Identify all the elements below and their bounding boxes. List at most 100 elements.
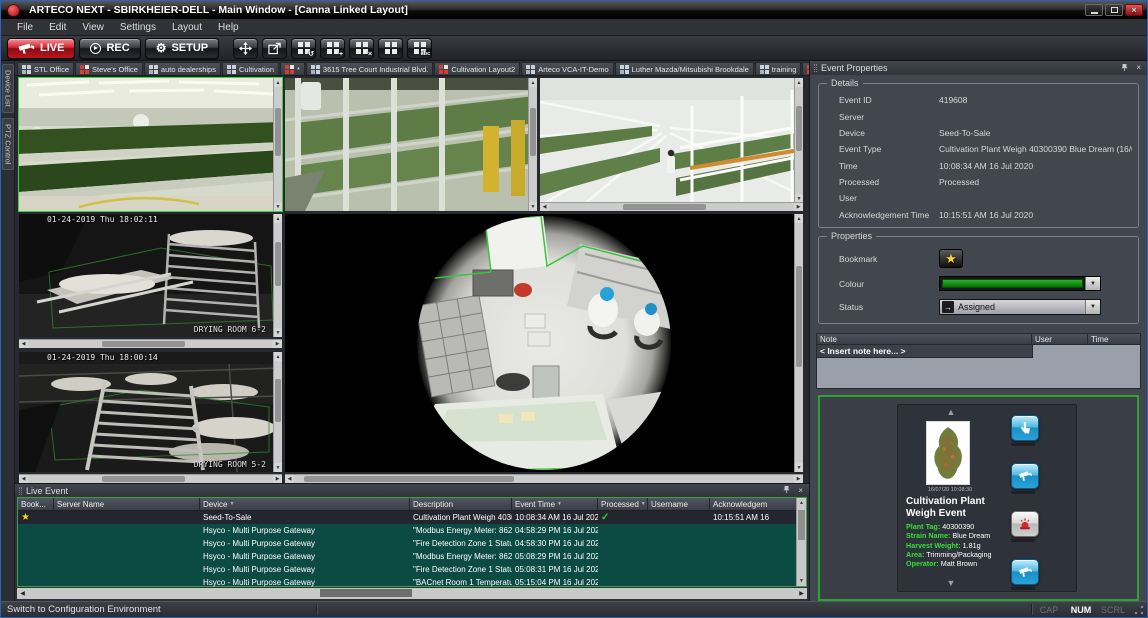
scroll-up-icon[interactable]: ▲: [797, 498, 806, 508]
tab-cultivation-layout2[interactable]: Cultivation Layout2: [434, 62, 520, 75]
previous-event-arrow-icon[interactable]: ▲: [926, 408, 976, 417]
note-col-note[interactable]: Note: [816, 333, 1032, 345]
event-row[interactable]: Hsyco - Multi Purpose Gateway "Fire Dete…: [18, 537, 806, 550]
menu-settings[interactable]: Settings: [112, 21, 164, 34]
tab-front-door-cameras[interactable]: Front door cameras: [802, 62, 809, 75]
scroll-down-icon[interactable]: ▼: [274, 463, 282, 472]
tab-luther-mazda[interactable]: Luther Mazda/Mitsubishi Brookdale: [615, 62, 754, 75]
scroll-down-icon[interactable]: ▼: [529, 202, 537, 211]
col-bookmark[interactable]: Book...: [18, 498, 54, 511]
setup-mode-button[interactable]: ⚙ SETUP: [145, 38, 219, 59]
camera-feed-drying-room-6-2[interactable]: 01-24-2019 Thu 18:02:11 DRYING ROOM 6-2 …: [19, 214, 282, 337]
scroll-up-icon[interactable]: ▲: [529, 78, 537, 87]
scroll-left-icon[interactable]: ◀: [19, 475, 28, 483]
live-mode-button[interactable]: LIVE: [7, 38, 75, 59]
menu-file[interactable]: File: [9, 21, 41, 34]
scrollbar-thumb[interactable]: [275, 108, 281, 156]
camera-feed-cultivation-tables[interactable]: ▲▼: [19, 78, 282, 211]
bookmark-button[interactable]: ★: [939, 249, 963, 268]
scroll-down-icon[interactable]: ▼: [795, 463, 803, 472]
status-dropdown[interactable]: → Assigned ▼: [939, 299, 1101, 315]
tab-3615-tree-court[interactable]: 3615 Tree Court Industrial Blvd.: [306, 62, 433, 75]
note-col-time[interactable]: Time: [1088, 333, 1141, 345]
tab-auto-dealerships[interactable]: auto dealerships: [144, 62, 221, 75]
menu-layout[interactable]: Layout: [164, 21, 210, 34]
close-button[interactable]: ×: [1125, 4, 1143, 16]
scroll-up-icon[interactable]: ▲: [274, 352, 282, 361]
scrollbar-thumb[interactable]: [623, 204, 706, 210]
scrollbar-thumb[interactable]: [275, 242, 281, 286]
col-username[interactable]: Username: [648, 498, 710, 511]
scrollbar-thumb[interactable]: [102, 476, 185, 482]
scroll-up-icon[interactable]: ▲: [274, 78, 282, 87]
camera-horizontal-scrollbar[interactable]: ◀▶: [540, 202, 803, 211]
scrollbar-thumb[interactable]: [320, 589, 412, 597]
camera-feed-fisheye-packaging-room[interactable]: ▲▼: [285, 214, 803, 472]
ptz-control-tab[interactable]: PTZ Control: [2, 118, 14, 170]
close-panel-icon[interactable]: ×: [796, 487, 805, 495]
resize-grip-icon[interactable]: [1133, 604, 1145, 616]
grid-layout-button[interactable]: [378, 38, 403, 59]
scroll-right-icon[interactable]: ▶: [273, 340, 282, 348]
col-processed[interactable]: Processed▼: [598, 498, 648, 511]
scroll-right-icon[interactable]: ▶: [794, 475, 803, 483]
rec-mode-button[interactable]: REC: [79, 38, 140, 59]
scroll-right-icon[interactable]: ▶: [796, 590, 807, 597]
col-description[interactable]: Description: [410, 498, 512, 511]
scroll-left-icon[interactable]: ◀: [540, 203, 549, 211]
event-row-selected[interactable]: ★ Seed-To-Sale Cultivation Plant Weigh 4…: [18, 511, 806, 524]
camera-vertical-scrollbar[interactable]: ▲▼: [794, 78, 803, 203]
maximize-button[interactable]: [1105, 4, 1123, 16]
col-event-time[interactable]: Event Time▼: [512, 498, 598, 511]
tab-cultivation[interactable]: Cultivation: [222, 62, 279, 75]
scrollbar-thumb[interactable]: [530, 108, 536, 156]
scroll-left-icon[interactable]: ◀: [17, 590, 28, 597]
scrollbar-thumb[interactable]: [796, 266, 802, 367]
scrollbar-thumb[interactable]: [798, 510, 805, 540]
pin-icon[interactable]: [1119, 63, 1130, 74]
camera-feed-greenhouse-aisle[interactable]: ▲▼ ◀▶: [540, 78, 803, 211]
camera-vertical-scrollbar[interactable]: ▲▼: [273, 214, 282, 337]
scroll-up-icon[interactable]: ▲: [795, 214, 803, 223]
scroll-down-icon[interactable]: ▼: [797, 576, 806, 586]
tab-unsaved[interactable]: *: [280, 62, 305, 75]
camera-feed-drying-room-5-2[interactable]: 01-24-2019 Thu 18:00:14 DRYING ROOM 5-2 …: [19, 352, 282, 472]
minimize-button[interactable]: [1085, 4, 1103, 16]
note-col-user[interactable]: User: [1032, 333, 1088, 345]
scroll-left-icon[interactable]: ◀: [19, 340, 28, 348]
camera-feed-grow-racks[interactable]: ▲▼: [285, 78, 537, 211]
camera-vertical-scrollbar[interactable]: ▲▼: [273, 352, 282, 472]
bookmark-star-icon[interactable]: ★: [18, 511, 54, 524]
event-row[interactable]: Hsyco - Multi Purpose Gateway "Modbus En…: [18, 550, 806, 563]
chevron-down-icon[interactable]: ▼: [1085, 277, 1100, 290]
camera-horizontal-scrollbar[interactable]: ◀▶: [19, 474, 282, 483]
manual-action-button[interactable]: [1011, 415, 1039, 441]
event-row[interactable]: Hsyco - Multi Purpose Gateway "Fire Dete…: [18, 563, 806, 576]
close-panel-icon[interactable]: ×: [1134, 64, 1143, 72]
cycle-layout-button[interactable]: ↺: [291, 38, 316, 59]
event-row[interactable]: Hsyco - Multi Purpose Gateway "Modbus En…: [18, 524, 806, 537]
colour-dropdown[interactable]: ▼: [939, 276, 1101, 291]
insert-note-field[interactable]: < Insert note here... >: [817, 345, 1033, 358]
scroll-up-icon[interactable]: ▲: [795, 78, 803, 87]
tab-steves-office[interactable]: Steve's Office: [75, 62, 143, 75]
col-server-name[interactable]: Server Name: [54, 498, 200, 511]
fullscreen-button[interactable]: [233, 38, 258, 59]
scroll-right-icon[interactable]: ▶: [794, 203, 803, 211]
scroll-down-icon[interactable]: ▼: [274, 328, 282, 337]
scrollbar-thumb[interactable]: [796, 106, 802, 151]
chevron-down-icon[interactable]: ▼: [1085, 300, 1100, 314]
remove-view-button[interactable]: ×: [349, 38, 374, 59]
tab-stl-office[interactable]: STL Office: [17, 62, 74, 75]
popout-window-button[interactable]: [262, 38, 287, 59]
menu-help[interactable]: Help: [210, 21, 247, 34]
menu-edit[interactable]: Edit: [41, 21, 74, 34]
device-list-tab[interactable]: Device List: [2, 64, 14, 113]
col-device[interactable]: Device▼: [200, 498, 410, 511]
col-acknowledgement[interactable]: Acknowledgem: [710, 498, 806, 511]
add-view-button[interactable]: +: [320, 38, 345, 59]
view-camera-button[interactable]: [1011, 463, 1039, 489]
table-vertical-scrollbar[interactable]: ▲▼: [796, 498, 806, 586]
table-horizontal-scrollbar[interactable]: ◀▶: [17, 588, 807, 599]
scroll-right-icon[interactable]: ▶: [273, 475, 282, 483]
